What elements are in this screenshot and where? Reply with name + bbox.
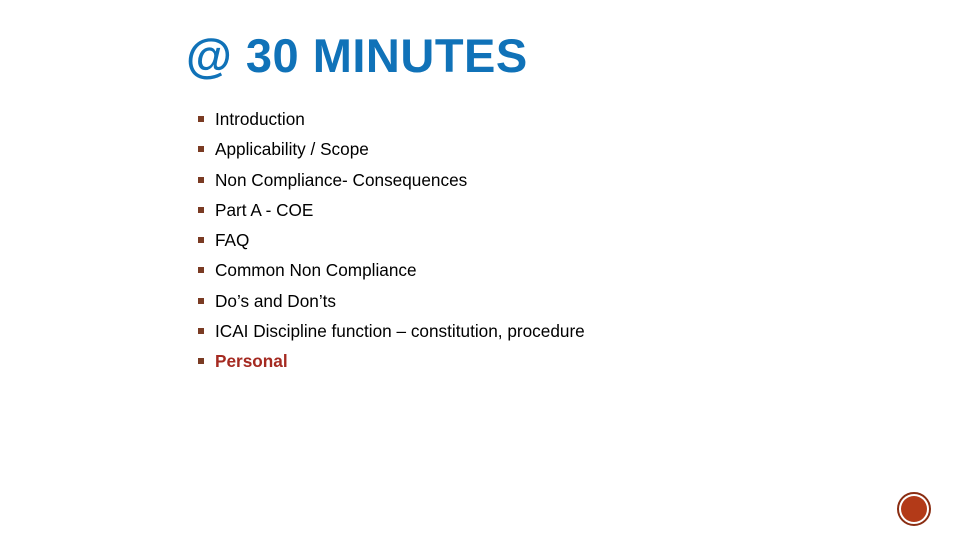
list-item[interactable]: Part A - COE — [198, 200, 918, 230]
agenda-item-label: Do’s and Don’ts — [215, 290, 337, 311]
list-item[interactable]: Non Compliance- Consequences — [198, 170, 918, 200]
agenda-item-label: Non Compliance- Consequences — [215, 169, 468, 190]
list-item[interactable]: FAQ — [198, 230, 918, 260]
bullet-square-icon — [198, 358, 204, 365]
bullet-square-icon — [198, 237, 204, 244]
agenda-item-label: Applicability / Scope — [215, 139, 369, 160]
list-item[interactable]: Applicability / Scope — [198, 139, 918, 169]
page-title: @ 30 MINUTES — [186, 29, 528, 82]
bullet-square-icon — [198, 297, 204, 304]
agenda-item-label: Introduction — [215, 109, 305, 129]
bullet-square-icon — [198, 176, 204, 183]
list-item[interactable]: Common Non Compliance — [198, 260, 918, 290]
bullet-square-icon — [198, 328, 204, 335]
agenda-item-label: ICAI Discipline function – constitution,… — [215, 321, 585, 342]
bullet-square-icon — [198, 267, 204, 274]
list-item[interactable]: Personal — [198, 351, 918, 381]
agenda-item-label: Part A - COE — [215, 199, 314, 220]
bullet-square-icon — [198, 206, 204, 213]
agenda-item-label: Personal — [215, 351, 288, 372]
slide-canvas: @ 30 MINUTES Introduction Applicability … — [0, 0, 960, 540]
list-item[interactable]: Introduction — [198, 109, 918, 139]
bullet-square-icon — [198, 116, 204, 122]
corner-circle-decoration — [897, 492, 931, 526]
agenda-list: Introduction Applicability / Scope Non C… — [198, 109, 918, 382]
bullet-square-icon — [198, 146, 204, 153]
circle-dot-icon — [901, 496, 927, 522]
agenda-item-label: FAQ — [215, 230, 250, 251]
agenda-item-label: Common Non Compliance — [215, 260, 417, 281]
list-item[interactable]: Do’s and Don’ts — [198, 291, 918, 321]
list-item[interactable]: ICAI Discipline function – constitution,… — [198, 321, 918, 351]
